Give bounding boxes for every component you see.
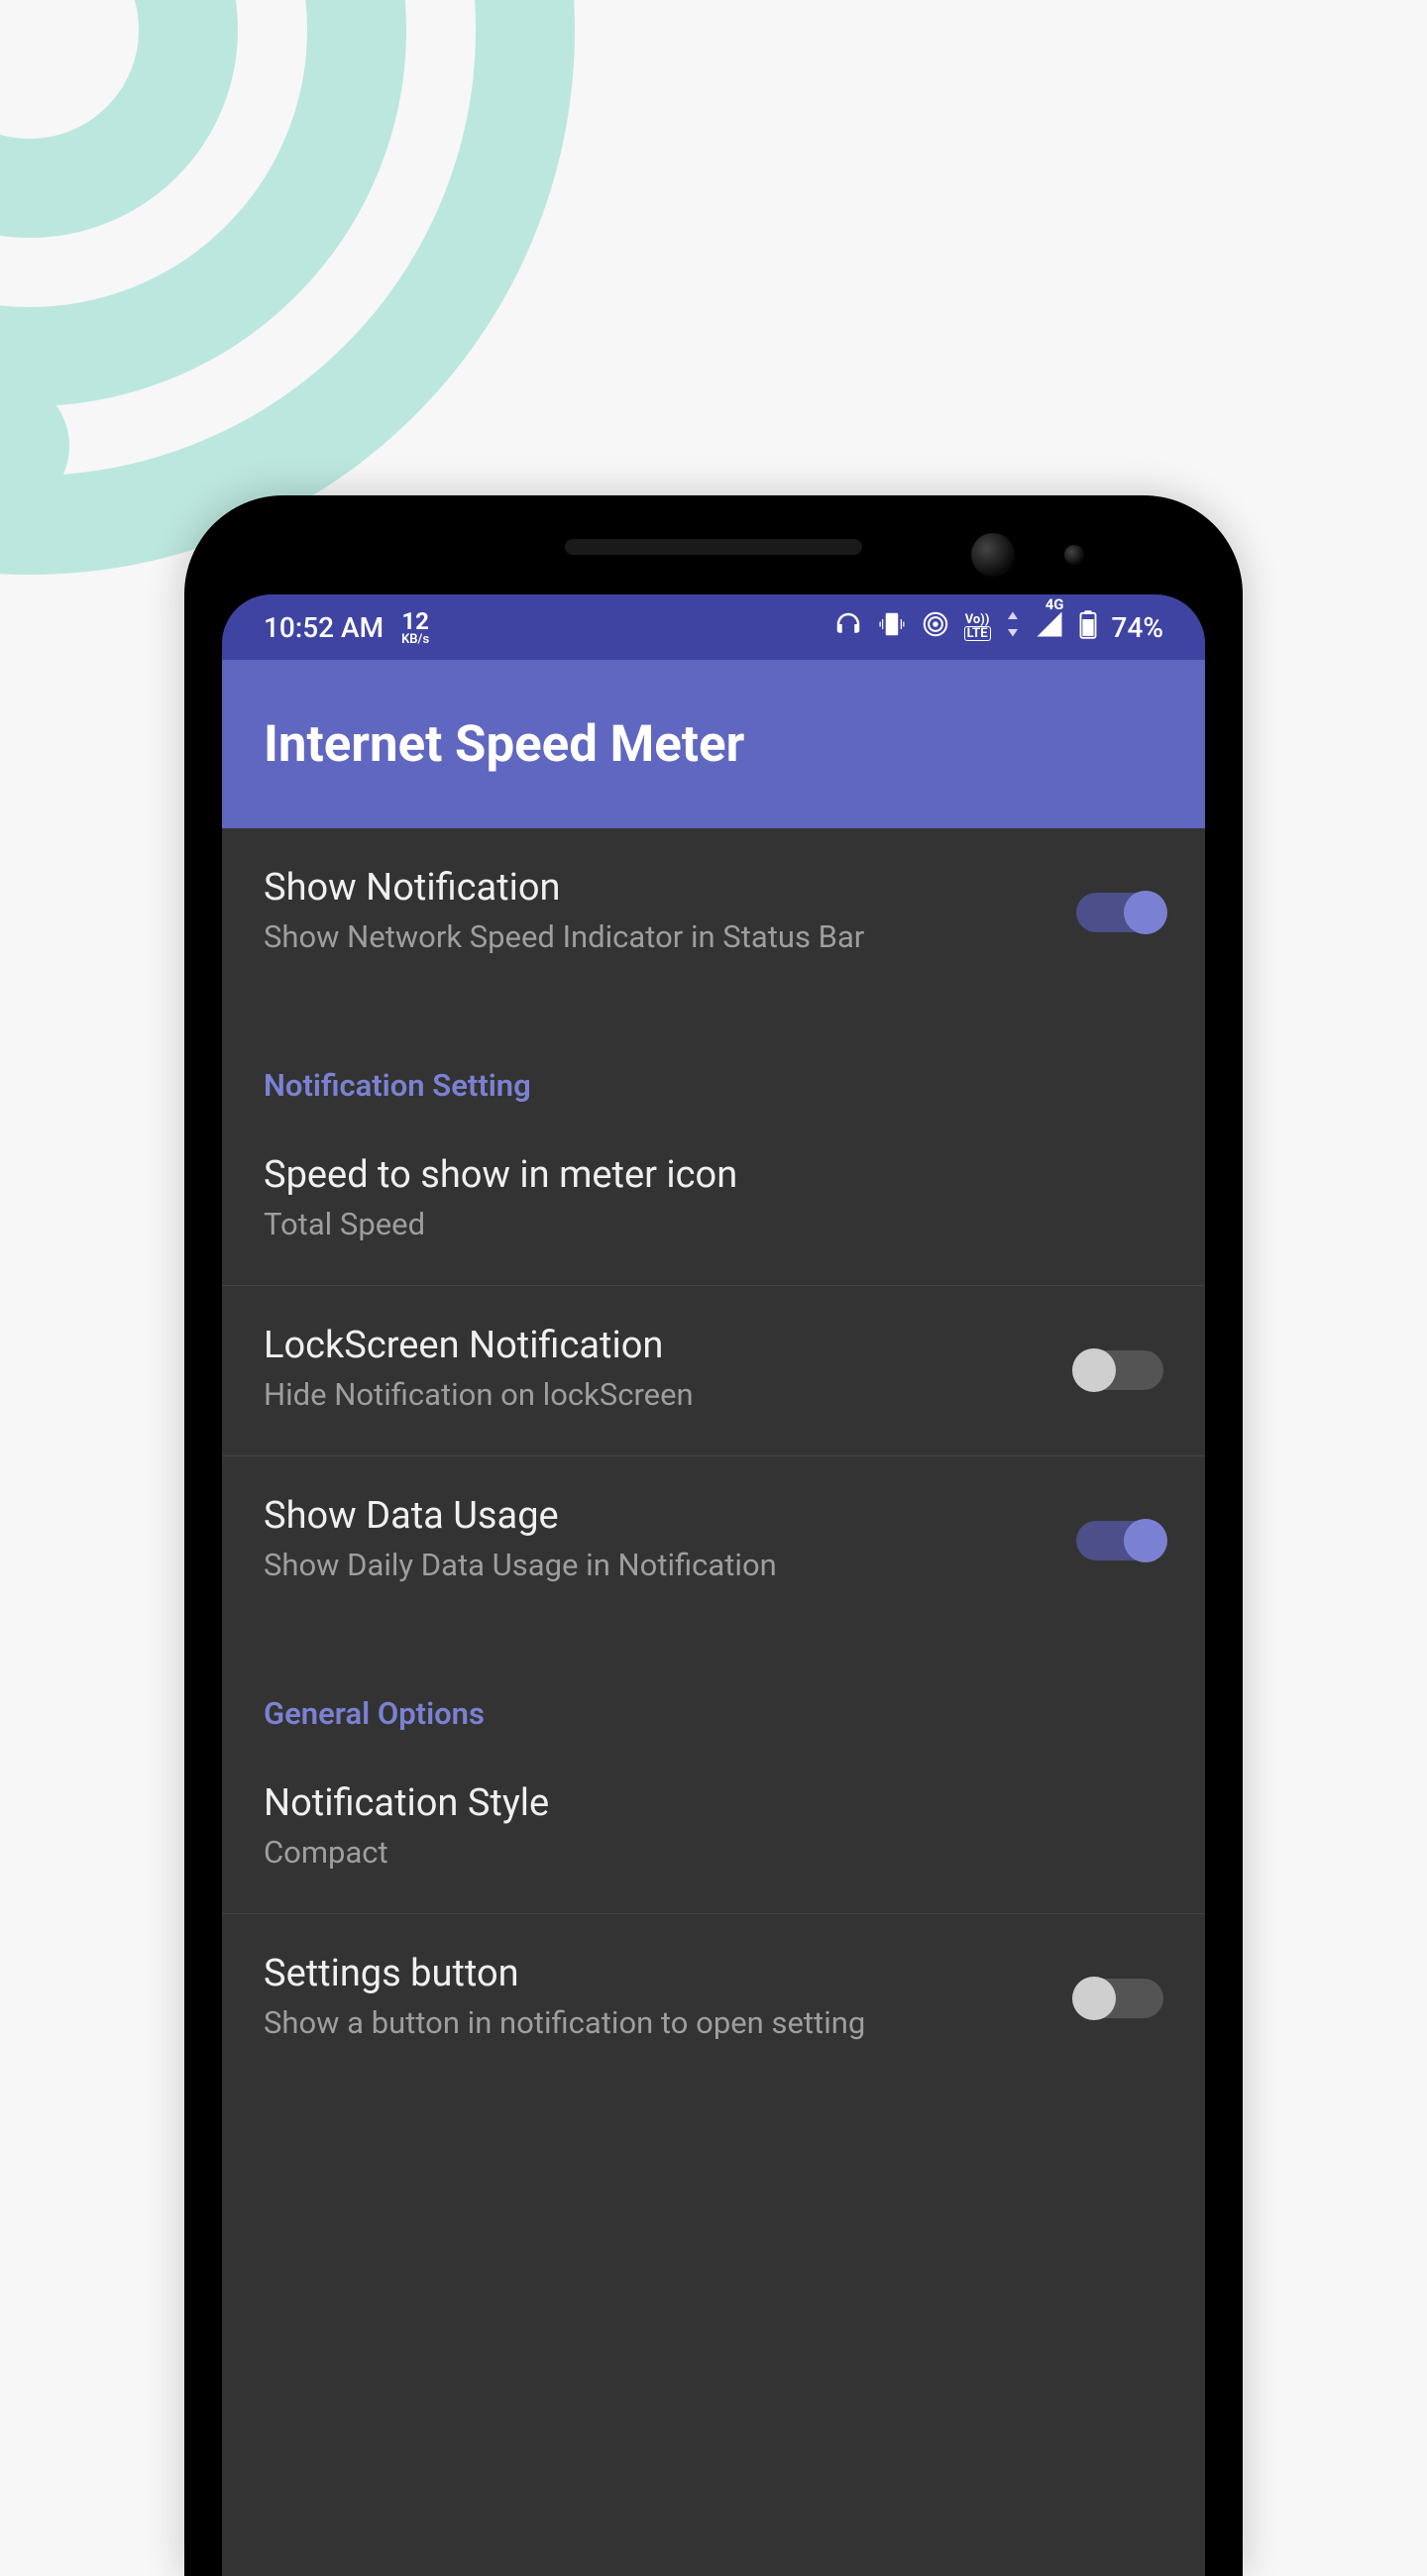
setting-subtitle: Show a button in notification to open se… (264, 2001, 957, 2046)
setting-subtitle: Compact (264, 1831, 957, 1876)
section-header-notification: Notification Setting (222, 998, 1205, 1116)
app-bar: Internet Speed Meter (222, 660, 1205, 828)
setting-subtitle: Total Speed (264, 1203, 957, 1247)
toggle-lockscreen-notification[interactable] (1076, 1350, 1163, 1390)
setting-subtitle: Hide Notification on lockScreen (264, 1373, 957, 1418)
section-header-general: General Options (222, 1626, 1205, 1744)
setting-subtitle: Show Daily Data Usage in Notification (264, 1544, 957, 1588)
setting-title: Speed to show in meter icon (264, 1153, 1163, 1197)
setting-notification-style[interactable]: Notification Style Compact (222, 1744, 1205, 1913)
status-speed-value: 12 (401, 609, 429, 633)
setting-settings-button[interactable]: Settings button Show a button in notific… (222, 1913, 1205, 2084)
setting-title: Show Data Usage (264, 1494, 1076, 1538)
status-speed-unit: KB/s (401, 633, 429, 646)
settings-list: Show Notification Show Network Speed Ind… (222, 828, 1205, 2084)
data-arrows-icon (1005, 609, 1021, 646)
status-bar: 10:52 AM 12 KB/s Vo)) LTE (222, 594, 1205, 660)
phone-frame: 10:52 AM 12 KB/s Vo)) LTE (184, 495, 1243, 2576)
headphones-icon (833, 609, 863, 646)
phone-camera (971, 533, 1015, 577)
app-title: Internet Speed Meter (264, 715, 744, 774)
phone-screen: 10:52 AM 12 KB/s Vo)) LTE (222, 594, 1205, 2576)
vibrate-icon (877, 609, 907, 646)
setting-show-notification[interactable]: Show Notification Show Network Speed Ind… (222, 828, 1205, 998)
volte-icon: Vo)) LTE (964, 613, 991, 641)
setting-title: Settings button (264, 1952, 1076, 1995)
setting-speed-meter-icon[interactable]: Speed to show in meter icon Total Speed (222, 1116, 1205, 1285)
hotspot-icon (921, 609, 950, 646)
setting-show-data-usage[interactable]: Show Data Usage Show Daily Data Usage in… (222, 1455, 1205, 1626)
toggle-settings-button[interactable] (1076, 1979, 1163, 2018)
battery-percentage: 74% (1112, 611, 1163, 644)
network-gen-label: 4G (1045, 595, 1064, 613)
setting-lockscreen-notification[interactable]: LockScreen Notification Hide Notificatio… (222, 1285, 1205, 1455)
battery-icon (1078, 609, 1098, 646)
toggle-show-data-usage[interactable] (1076, 1521, 1163, 1560)
setting-title: LockScreen Notification (264, 1324, 1076, 1367)
signal-icon: 4G (1035, 609, 1064, 646)
status-speed-indicator: 12 KB/s (401, 609, 429, 646)
status-time: 10:52 AM (264, 611, 384, 644)
phone-sensor (1064, 545, 1084, 565)
setting-title: Notification Style (264, 1781, 1163, 1825)
setting-title: Show Notification (264, 866, 1076, 910)
phone-notch (565, 539, 862, 555)
setting-subtitle: Show Network Speed Indicator in Status B… (264, 915, 957, 960)
toggle-show-notification[interactable] (1076, 893, 1163, 932)
